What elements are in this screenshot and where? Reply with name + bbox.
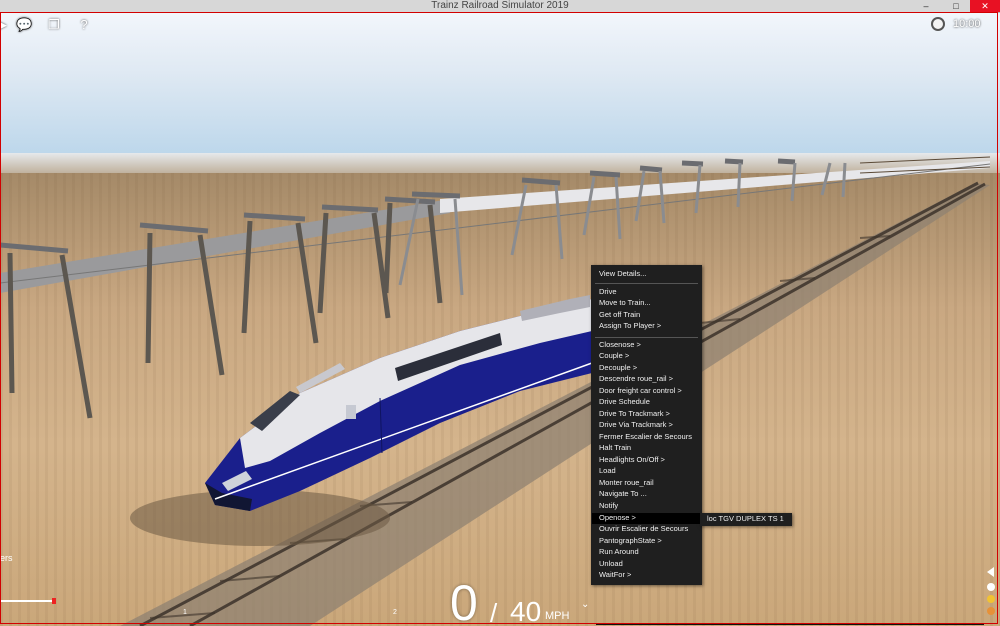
- help-icon[interactable]: ?: [76, 17, 92, 33]
- throttle-marker[interactable]: [52, 598, 56, 604]
- menu-item-run-around[interactable]: Run Around: [599, 547, 639, 557]
- menu-item-headlights[interactable]: Headlights On/Off >: [599, 455, 665, 465]
- window-title: Trainz Railroad Simulator 2019: [431, 0, 569, 11]
- menu-item-decouple[interactable]: Decouple >: [599, 363, 637, 373]
- menu-item-assign-to-player[interactable]: Assign To Player >: [599, 321, 661, 331]
- speed-unit: MPH: [545, 610, 570, 622]
- maximize-button[interactable]: □: [945, 0, 967, 12]
- menu-item-openose[interactable]: Openose >: [599, 513, 636, 523]
- title-bar: Trainz Railroad Simulator 2019 – □ ✕: [0, 0, 1000, 13]
- menu-item-move-to-train[interactable]: Move to Train...: [599, 298, 651, 308]
- chat-icon[interactable]: 💬: [16, 17, 32, 33]
- clock-time: 10:00: [953, 18, 981, 30]
- menu-item-ouvrir-escalier[interactable]: Ouvrir Escalier de Secours: [599, 524, 688, 534]
- menu-separator: [595, 337, 698, 338]
- menu-item-descendre-roue-rail[interactable]: Descendre roue_rail >: [599, 374, 673, 384]
- submenu-item-loc-tgv[interactable]: loc TGV DUPLEX TS 1: [707, 514, 784, 524]
- menu-item-get-off-train[interactable]: Get off Train: [599, 310, 640, 320]
- menu-item-couple[interactable]: Couple >: [599, 351, 629, 361]
- menu-item-drive-to-trackmark[interactable]: Drive To Trackmark >: [599, 409, 670, 419]
- speed-limit: 40: [510, 596, 542, 626]
- windows-icon[interactable]: ❐: [46, 17, 62, 33]
- menu-item-door-freight-car-control[interactable]: Door freight car control >: [599, 386, 682, 396]
- menu-item-halt-train[interactable]: Halt Train: [599, 443, 631, 453]
- close-button[interactable]: ✕: [970, 0, 1000, 12]
- openose-submenu: loc TGV DUPLEX TS 1: [700, 513, 792, 526]
- context-menu: View Details... Drive Move to Train... G…: [591, 265, 702, 585]
- menu-item-drive-schedule[interactable]: Drive Schedule: [599, 397, 650, 407]
- speed-separator: /: [490, 598, 498, 626]
- left-hud-label: ers: [0, 553, 13, 563]
- menu-item-fermer-escalier[interactable]: Fermer Escalier de Secours: [599, 432, 692, 442]
- menu-item-unload[interactable]: Unload: [599, 559, 623, 569]
- simulator-viewport[interactable]: ▶ 💬 ❐ ? 10:00 ers 1 2 0 / 40 MPH ⌄: [0, 13, 1000, 626]
- trackmark-1: 1: [183, 609, 187, 616]
- current-speed: 0: [450, 575, 478, 626]
- menu-item-closenose[interactable]: Closenose >: [599, 340, 641, 350]
- menu-separator: [595, 283, 698, 284]
- status-dot-orange[interactable]: [987, 607, 995, 615]
- menu-item-notify[interactable]: Notify: [599, 501, 618, 511]
- menu-item-view-details[interactable]: View Details...: [599, 269, 646, 279]
- expand-left-icon[interactable]: [987, 567, 994, 577]
- clock-icon[interactable]: [931, 17, 945, 31]
- menu-item-monter-roue-rail[interactable]: Monter roue_rail: [599, 478, 654, 488]
- menu-icon[interactable]: ▶: [0, 17, 10, 33]
- scene-graphics: [0, 156, 991, 626]
- menu-item-navigate-to[interactable]: Navigate To ...: [599, 489, 647, 499]
- menu-item-drive[interactable]: Drive: [599, 287, 617, 297]
- menu-item-waitfor[interactable]: WaitFor >: [599, 570, 631, 580]
- menu-item-drive-via-trackmark[interactable]: Drive Via Trackmark >: [599, 420, 673, 430]
- minimize-button[interactable]: –: [915, 0, 937, 12]
- menu-item-pantograph-state[interactable]: PantographState >: [599, 536, 662, 546]
- chevron-down-icon[interactable]: ⌄: [581, 599, 589, 610]
- throttle-bar[interactable]: [0, 600, 56, 602]
- track-preview-line: [596, 624, 984, 625]
- menu-item-load[interactable]: Load: [599, 466, 616, 476]
- status-dot-yellow[interactable]: [987, 595, 995, 603]
- trackmark-2: 2: [393, 609, 397, 616]
- status-dot-white[interactable]: [987, 583, 995, 591]
